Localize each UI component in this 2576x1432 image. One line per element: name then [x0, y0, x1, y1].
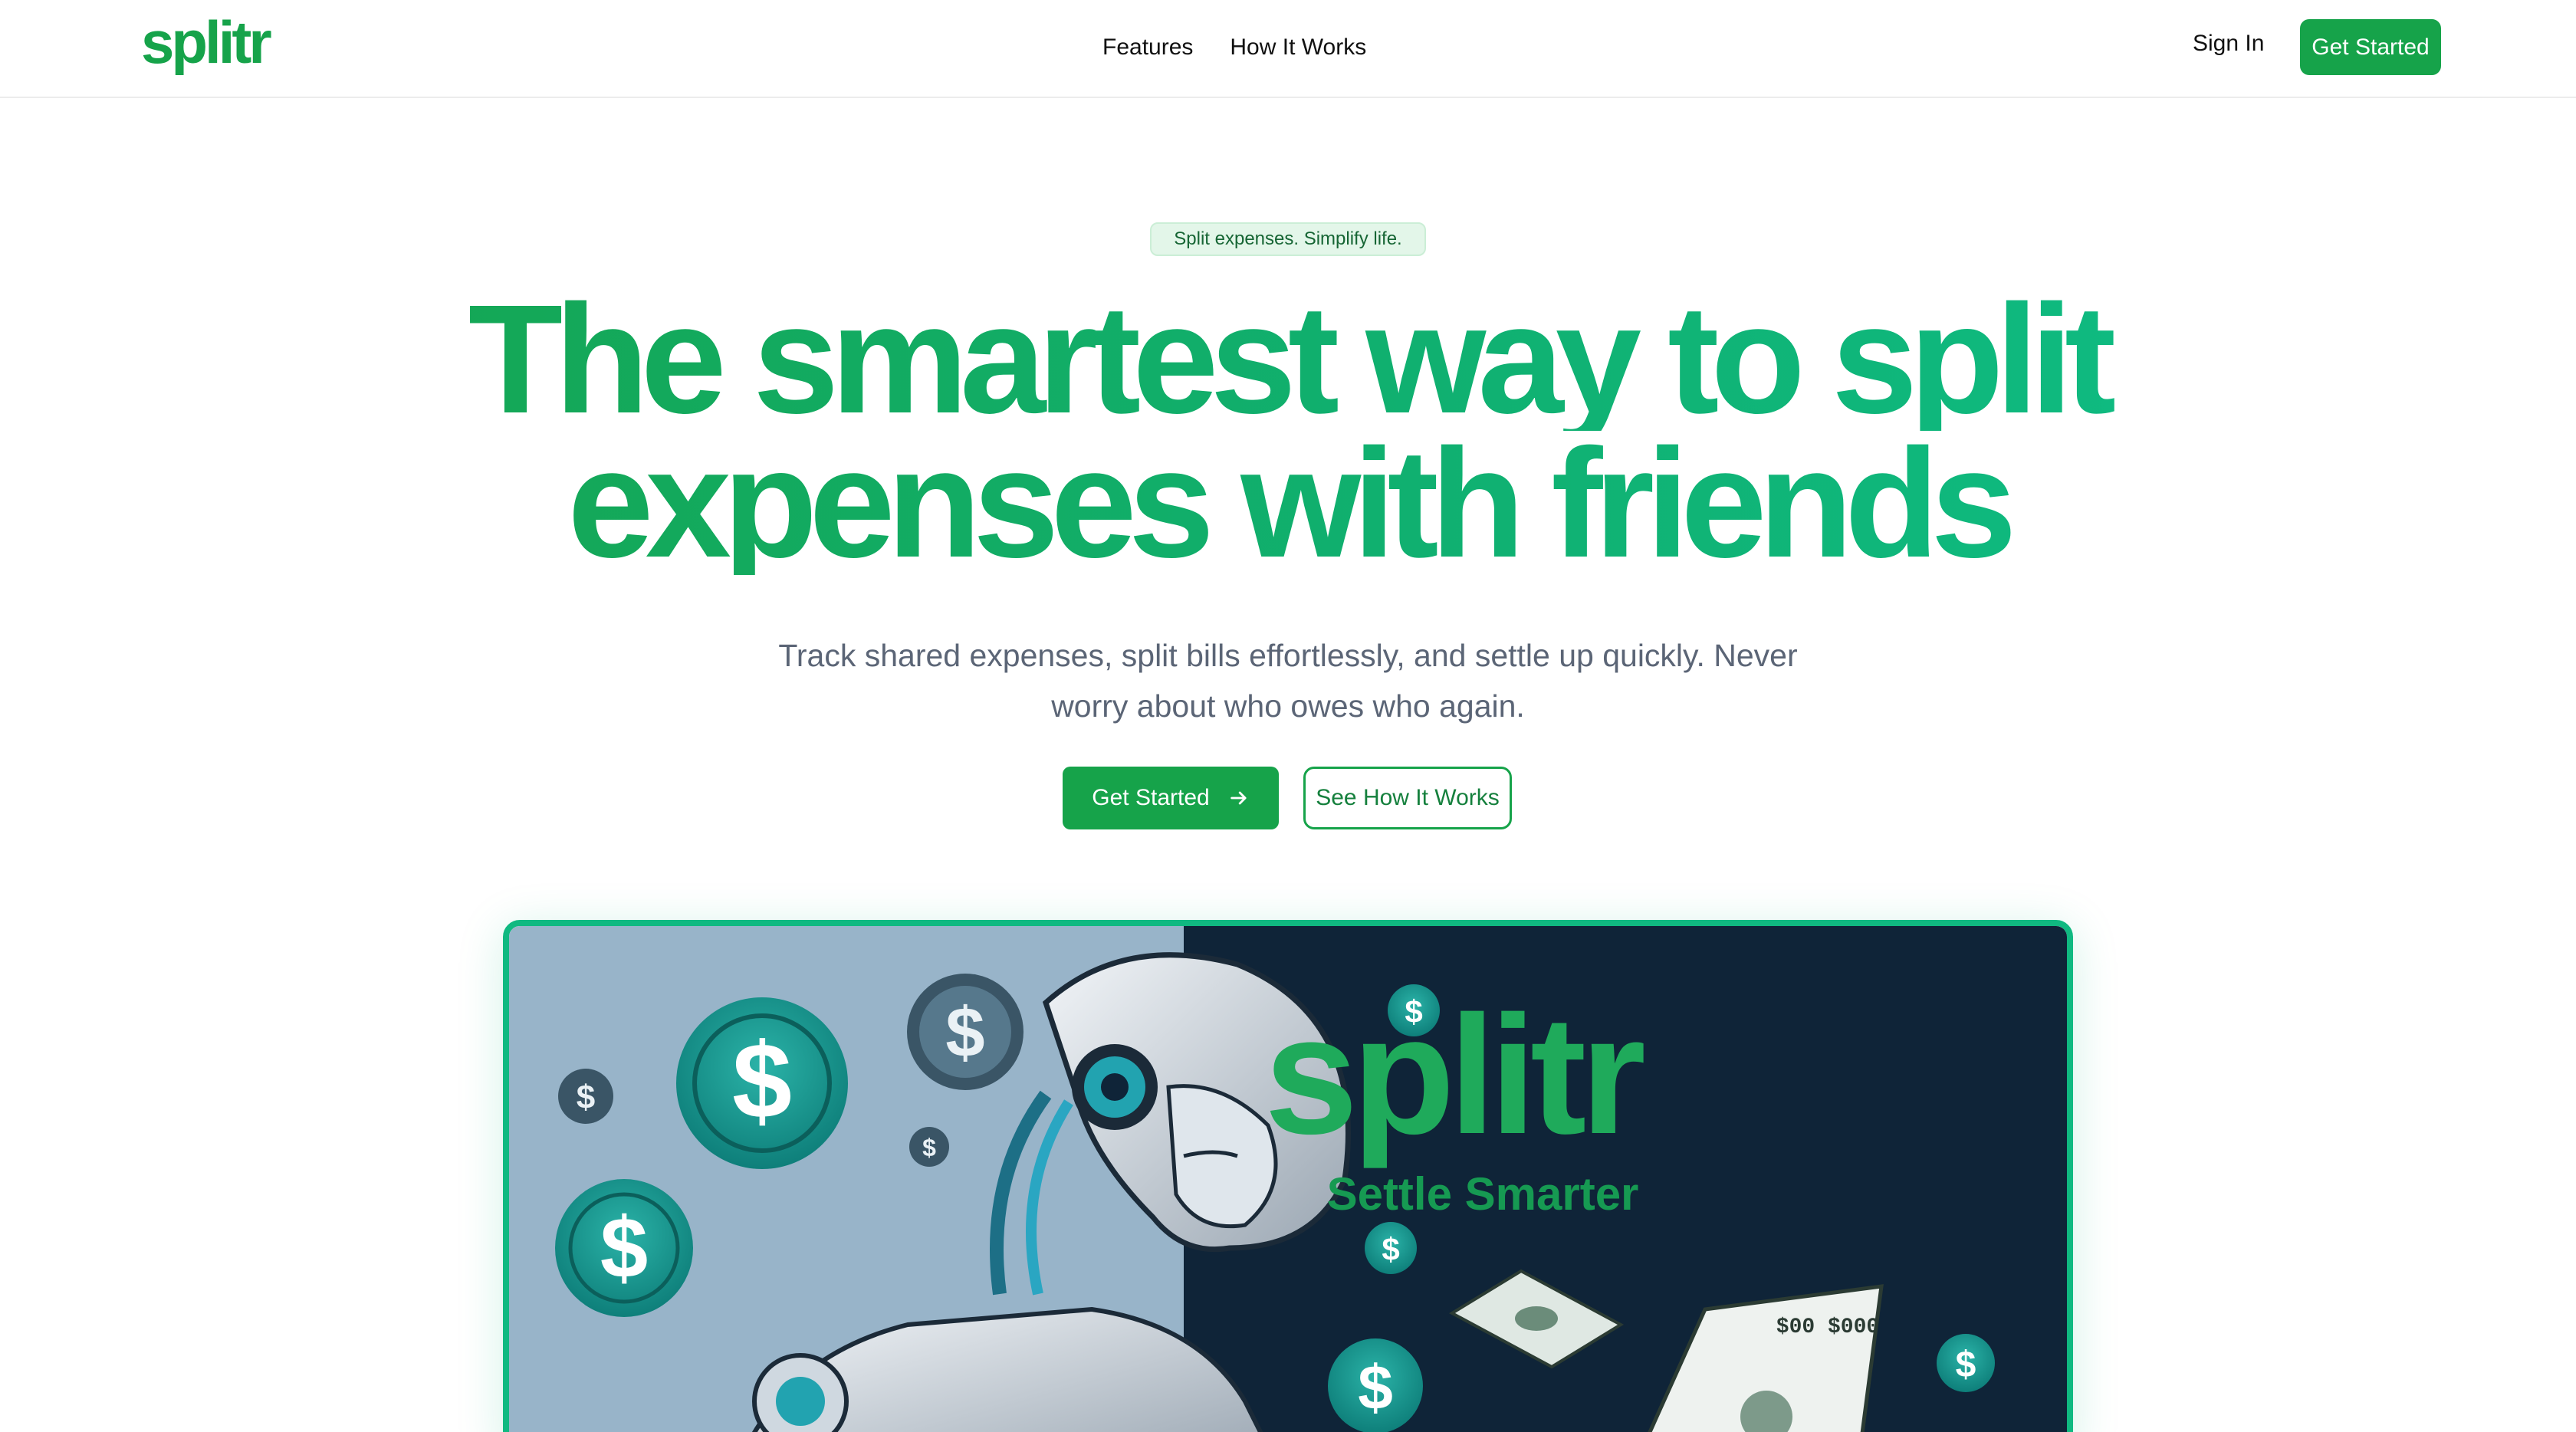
main-nav: Features How It Works [1102, 29, 1366, 66]
robot-illustration: $ $ $ $ $ splitr Settle Smarter $ $ $ $ … [509, 926, 2067, 1432]
illustration-brand: splitr [1264, 980, 1644, 1169]
tagline-badge: Split expenses. Simplify life. [1150, 222, 1426, 256]
dollar-coin-icon: $ [676, 997, 848, 1169]
svg-text:$: $ [732, 1020, 792, 1141]
get-started-label: Get Started [1092, 785, 1210, 810]
svg-text:$: $ [1405, 994, 1422, 1030]
see-how-it-works-button[interactable]: See How It Works [1303, 767, 1512, 829]
dollar-coin-icon: $ [555, 1179, 693, 1317]
banknote-text: $00 $000 [1776, 1315, 1879, 1339]
svg-text:$: $ [1382, 1231, 1399, 1267]
header-get-started-button[interactable]: Get Started [2300, 19, 2441, 75]
hero-subtitle: Track shared expenses, split bills effor… [778, 638, 1798, 724]
illustration-tagline: Settle Smarter [1327, 1168, 1639, 1220]
dollar-coin-icon: $ [558, 1069, 613, 1124]
dollar-coin-icon: $ [1328, 1338, 1423, 1432]
svg-text:$: $ [1956, 1345, 1976, 1385]
svg-text:$: $ [600, 1200, 648, 1296]
site-header: splitr Features How It Works Sign In Get… [0, 0, 2576, 98]
svg-text:$: $ [945, 994, 984, 1072]
svg-text:$: $ [922, 1134, 936, 1161]
dollar-coin-icon: $ [909, 1127, 949, 1167]
nav-how-it-works[interactable]: How It Works [1230, 34, 1366, 61]
get-started-button[interactable]: Get Started [1063, 767, 1279, 829]
hero-headline: The smartest way to split expenses with … [0, 281, 2576, 580]
dollar-coin-icon: $ [1388, 984, 1440, 1036]
arrow-right-icon [1230, 791, 1247, 805]
dollar-coin-icon: $ [1365, 1222, 1417, 1274]
svg-text:$: $ [1358, 1353, 1393, 1423]
nav-features[interactable]: Features [1102, 34, 1193, 61]
logo-text: splitr [141, 17, 271, 76]
dollar-coin-icon: $ [1937, 1334, 1995, 1392]
sign-in-link[interactable]: Sign In [2193, 31, 2264, 57]
hero-image: $ $ $ $ $ splitr Settle Smarter $ $ $ $ … [503, 920, 2073, 1432]
dollar-coin-icon: $ [907, 974, 1024, 1090]
headline-line-1: The smartest way to split [0, 281, 2576, 436]
svg-text:$: $ [577, 1079, 595, 1116]
splitr-logo[interactable]: splitr [141, 17, 284, 80]
hero-cta-group: Get Started See How It Works [1063, 767, 1512, 829]
headline-line-2: expenses with friends [0, 425, 2576, 580]
